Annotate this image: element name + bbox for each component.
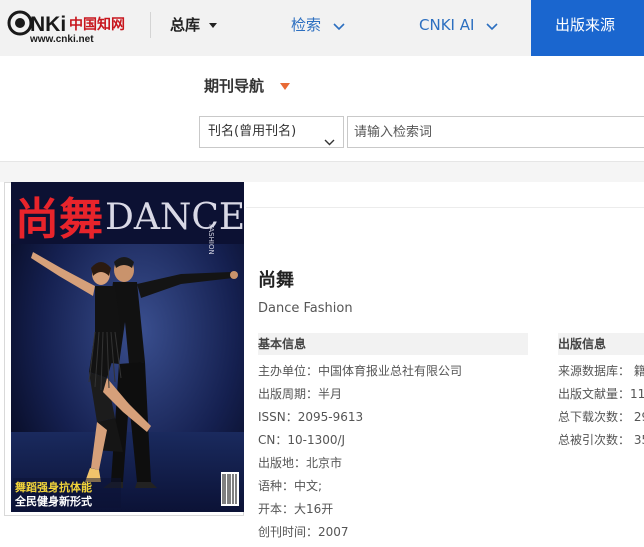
info-location: 出版地：北京市 [258, 456, 343, 470]
svg-text:全民健身新形式: 全民健身新形式 [14, 494, 92, 508]
svg-text:中国知网: 中国知网 [69, 16, 125, 33]
search-area: 期刊导航 刊名(曾用刊名) [0, 56, 644, 162]
info-founded: 创刊时间：2007 [258, 525, 349, 539]
caret-down-icon [209, 23, 218, 28]
svg-text:DANCE: DANCE [105, 197, 244, 238]
nav-zongku-label: 总库 [170, 16, 201, 34]
journal-nav-label: 期刊导航 [204, 77, 265, 95]
publish-info-heading-label: 出版信息 [558, 337, 607, 351]
info-format: 开本：大16开 [258, 502, 334, 516]
journal-nav-dropdown[interactable]: 期刊导航 [204, 75, 291, 96]
info-cn: CN：10-1300/J [258, 433, 346, 447]
info-issn: ISSN：2095-9613 [258, 410, 364, 424]
info-organizer: 主办单位：中国体育报业总社有限公司 [258, 364, 463, 378]
svg-text:NKi: NKi [30, 13, 66, 36]
nav-chuban-laiyuan-tab[interactable]: 出版来源 [531, 0, 644, 56]
logo-divider [150, 12, 151, 38]
svg-text:FASHION: FASHION [207, 224, 215, 255]
svg-text:www.cnki.net: www.cnki.net [29, 34, 94, 44]
journal-subtitle: Dance Fashion [258, 301, 353, 316]
nav-jiansuo-label: 检索 [291, 16, 322, 34]
info-citations: 总被引次数： 35 [558, 433, 644, 447]
top-nav-bar: NKi 中国知网 www.cnki.net 总库 检索 CNKI AI 出版来源 [0, 0, 644, 56]
chevron-down-icon [333, 1, 345, 51]
basic-info-list: 主办单位：中国体育报业总社有限公司 出版周期：半月 ISSN：2095-9613… [258, 360, 548, 544]
cnki-logo[interactable]: NKi 中国知网 www.cnki.net [6, 6, 138, 45]
svg-text:尚舞: 尚舞 [15, 194, 103, 245]
journal-title: 尚舞 [258, 270, 294, 291]
journal-detail: 尚舞 DANCE FASHION 舞蹈强身抗体能 全民健身新形式 尚舞 Danc… [0, 182, 644, 547]
publish-info-list: 来源数据库： 籍 出版文献量：11 总下载次数： 29 总被引次数： 35 [558, 360, 644, 452]
nav-cnki-ai-label: CNKI AI [419, 16, 475, 34]
info-frequency: 出版周期：半月 [258, 387, 343, 401]
svg-text:舞蹈强身抗体能: 舞蹈强身抗体能 [15, 480, 92, 494]
publish-info-heading: 出版信息 [558, 333, 644, 355]
nav-cnki-ai[interactable]: CNKI AI [419, 0, 498, 50]
divider-band [0, 162, 644, 182]
section-divider [246, 207, 644, 208]
nav-jiansuo[interactable]: 检索 [291, 0, 345, 50]
search-field-select[interactable]: 刊名(曾用刊名) [199, 116, 344, 148]
chevron-down-icon [486, 1, 498, 51]
nav-zongku-dropdown[interactable]: 总库 [170, 0, 218, 52]
info-source-db: 来源数据库： 籍 [558, 364, 644, 378]
nav-chuban-label: 出版来源 [555, 16, 616, 34]
search-input[interactable] [347, 116, 644, 148]
triangle-down-icon [280, 83, 291, 90]
chevron-down-icon [324, 128, 335, 158]
search-field-value: 刊名(曾用刊名) [208, 124, 297, 139]
info-language: 语种：中文; [258, 479, 323, 493]
basic-info-heading-label: 基本信息 [258, 337, 307, 351]
journal-cover-image[interactable]: 尚舞 DANCE FASHION 舞蹈强身抗体能 全民健身新形式 [11, 182, 244, 512]
info-doc-count: 出版文献量：11 [558, 387, 644, 401]
info-downloads: 总下载次数： 29 [558, 410, 644, 424]
basic-info-heading: 基本信息 [258, 333, 528, 355]
barcode-graphic [221, 472, 239, 506]
